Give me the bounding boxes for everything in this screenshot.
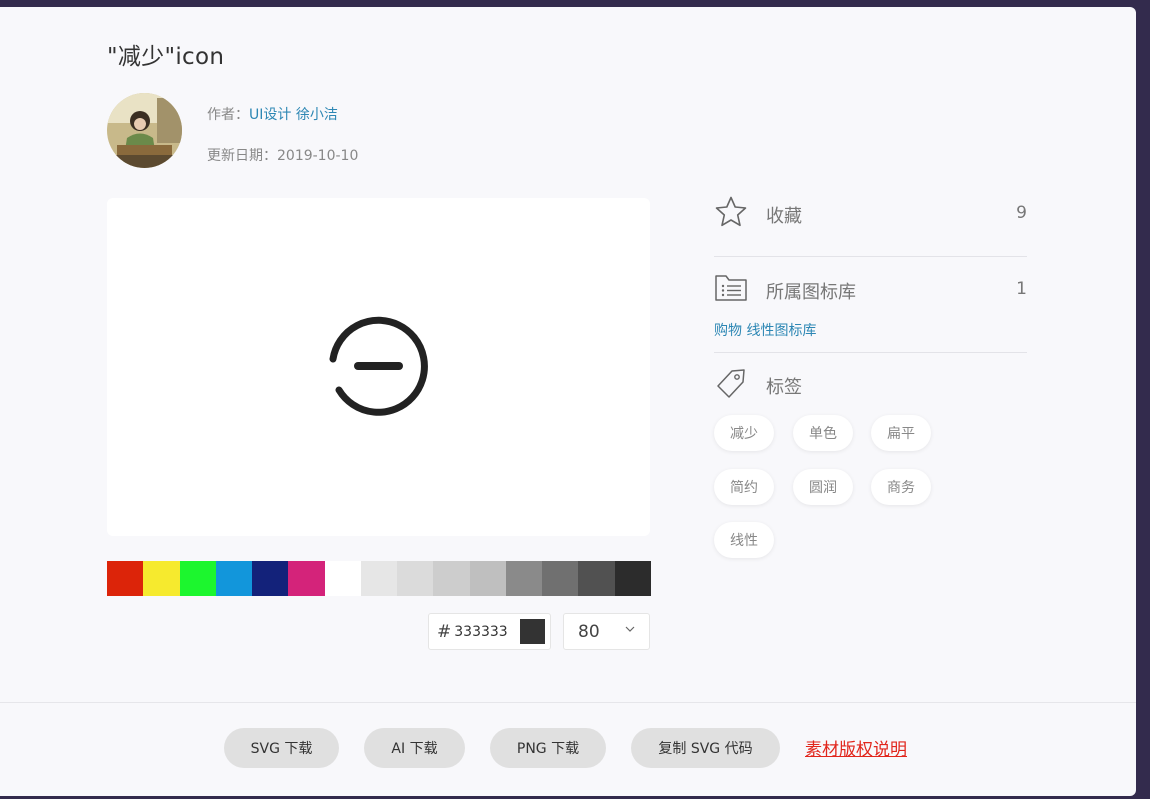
png-download-button[interactable]: PNG 下载 bbox=[490, 728, 606, 768]
color-swatch[interactable] bbox=[143, 561, 180, 596]
color-swatch[interactable] bbox=[505, 561, 543, 596]
ai-download-button[interactable]: AI 下载 bbox=[364, 728, 465, 768]
color-swatch[interactable] bbox=[360, 561, 398, 596]
favorites-count: 9 bbox=[1016, 203, 1027, 223]
author-link[interactable]: UI设计 徐小洁 bbox=[249, 107, 338, 123]
size-value: 80 bbox=[578, 621, 600, 642]
chevron-down-icon bbox=[625, 626, 635, 632]
minus-circle-icon bbox=[329, 316, 428, 416]
favorites-label: 收藏 bbox=[766, 206, 802, 227]
color-swatch[interactable] bbox=[469, 561, 506, 596]
color-swatch[interactable] bbox=[614, 561, 651, 596]
libraries-label: 所属图标库 bbox=[766, 282, 856, 303]
icon-preview bbox=[107, 198, 650, 536]
copyright-link[interactable]: 素材版权说明 bbox=[805, 735, 907, 760]
tags-row: 标签 bbox=[714, 366, 1027, 402]
color-swatch[interactable] bbox=[288, 561, 325, 596]
tag-chip[interactable]: 减少 bbox=[714, 415, 774, 451]
page-title: "减少"icon bbox=[107, 44, 225, 70]
color-swatch[interactable] bbox=[252, 561, 289, 596]
avatar[interactable] bbox=[107, 93, 182, 168]
copy-svg-code-button[interactable]: 复制 SVG 代码 bbox=[631, 728, 780, 768]
color-chip[interactable] bbox=[520, 619, 546, 644]
color-swatch[interactable] bbox=[179, 561, 216, 596]
tag-chip[interactable]: 扁平 bbox=[871, 415, 931, 451]
color-swatch[interactable] bbox=[107, 561, 144, 596]
color-swatch[interactable] bbox=[542, 561, 579, 596]
color-swatch[interactable] bbox=[324, 561, 361, 596]
color-swatch[interactable] bbox=[433, 561, 470, 596]
libraries-count: 1 bbox=[1016, 279, 1027, 299]
tag-chip[interactable]: 简约 bbox=[714, 469, 774, 505]
divider bbox=[714, 352, 1027, 353]
svg-download-button[interactable]: SVG 下载 bbox=[224, 728, 339, 768]
avatar-image bbox=[107, 93, 182, 168]
hex-hash: # bbox=[437, 621, 452, 642]
favorites-row[interactable]: 收藏 9 bbox=[714, 195, 1027, 231]
update-date-value: 2019-10-10 bbox=[277, 148, 359, 164]
divider bbox=[714, 256, 1027, 257]
author-row: 作者：UI设计 徐小洁 bbox=[207, 104, 338, 124]
tag-chip[interactable]: 商务 bbox=[871, 469, 931, 505]
hex-value[interactable]: 333333 bbox=[454, 624, 516, 640]
color-swatch[interactable] bbox=[578, 561, 615, 596]
folder-list-icon bbox=[715, 275, 747, 301]
color-palette bbox=[107, 561, 651, 596]
icon-detail-modal: "减少"icon 作者：UI设计 徐小洁 更新日期：2019-10-10 # 3… bbox=[0, 7, 1136, 796]
library-link[interactable]: 购物 线性图标库 bbox=[714, 320, 816, 340]
star-icon[interactable] bbox=[714, 195, 748, 229]
tags-label: 标签 bbox=[766, 377, 802, 398]
footer-divider bbox=[0, 702, 1136, 703]
color-hex-input[interactable]: # 333333 bbox=[428, 613, 551, 650]
tag-icon bbox=[717, 369, 745, 398]
update-date-label: 更新日期： bbox=[207, 148, 277, 164]
tag-chip[interactable]: 线性 bbox=[714, 522, 774, 558]
libraries-row: 所属图标库 1 bbox=[714, 271, 1027, 307]
author-label: 作者： bbox=[207, 107, 249, 123]
size-select[interactable]: 80 bbox=[563, 613, 650, 650]
tag-chip[interactable]: 单色 bbox=[793, 415, 853, 451]
tag-chip[interactable]: 圆润 bbox=[793, 469, 853, 505]
color-swatch[interactable] bbox=[215, 561, 253, 596]
color-swatch[interactable] bbox=[397, 561, 434, 596]
update-date-row: 更新日期：2019-10-10 bbox=[207, 145, 358, 165]
